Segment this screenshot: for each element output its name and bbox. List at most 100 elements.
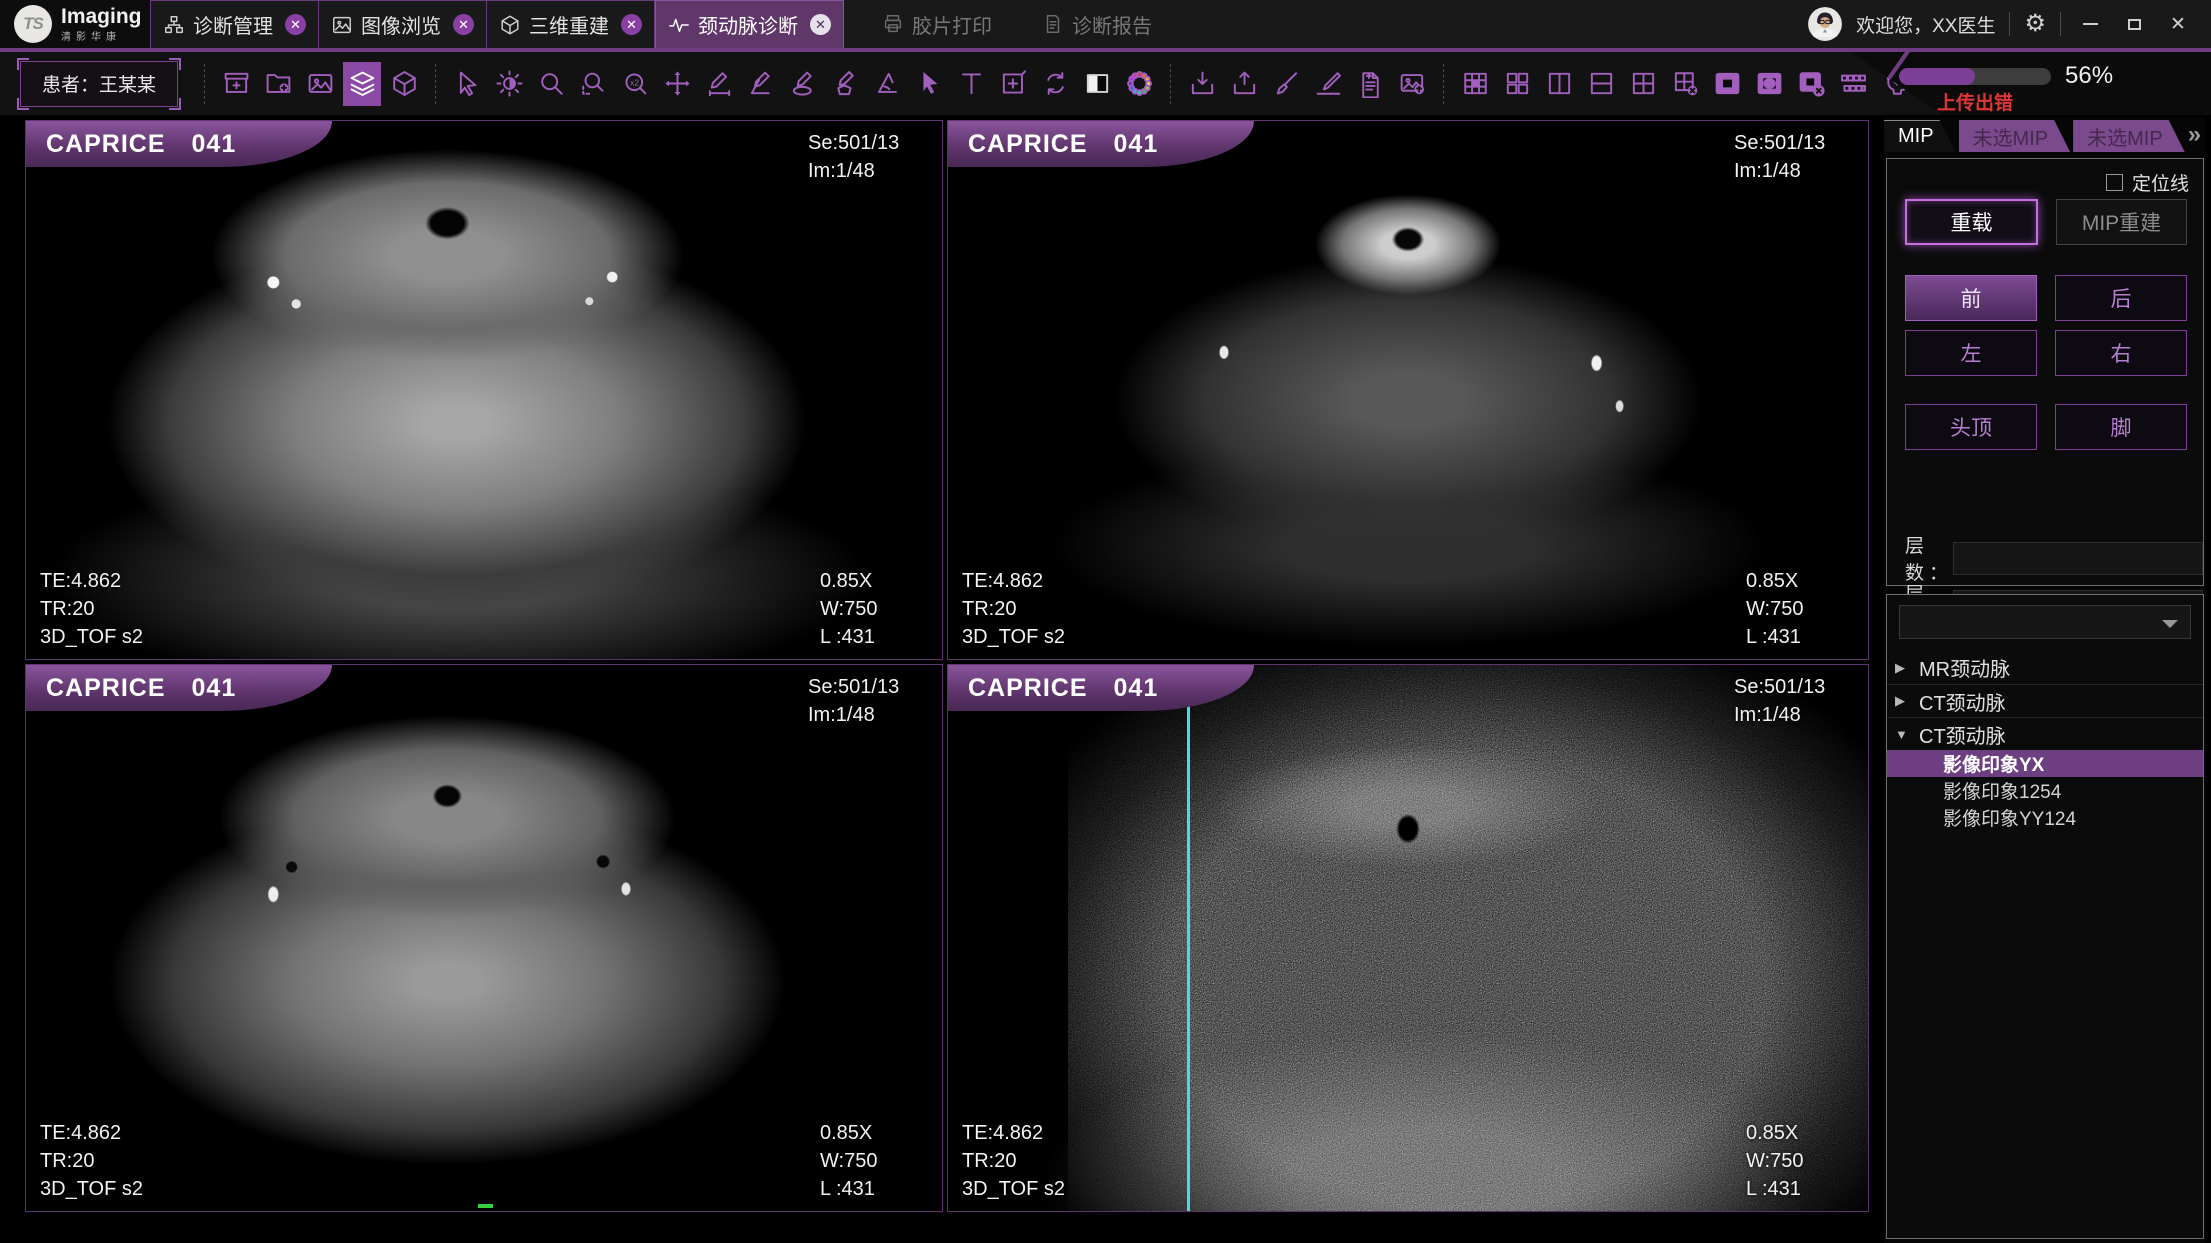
brightness-contrast-button[interactable] [490,62,528,106]
cube-3d-button[interactable] [385,62,423,106]
minimize-icon [2083,23,2098,25]
layout-grid-close-button[interactable] [1666,62,1704,106]
more-tabs-icon[interactable]: » [2188,120,2207,152]
pen-line-button[interactable] [1309,62,1347,106]
window-width: W:750 [820,595,916,623]
checkbox-icon[interactable] [2106,174,2123,191]
tree-item-ct-carotid-1[interactable]: ▶ CT颈动脉 [1887,684,2203,717]
upload-error-text[interactable]: 上传出错 [1899,88,2051,115]
archive-add-button[interactable] [217,62,255,106]
window-close-button[interactable]: ✕ [2163,9,2193,39]
layer-count-input[interactable] [1953,542,2203,575]
chevron-down-icon[interactable]: ▼ [1895,727,1919,742]
series-count: Se:501/13 [808,673,930,701]
add-region-button[interactable] [994,62,1032,106]
layout-single-filled-button[interactable] [1708,62,1746,106]
tab-mip[interactable]: MIP [1884,120,1956,152]
series-dropdown[interactable] [1899,605,2191,639]
pointer-button[interactable] [448,62,486,106]
tree-item-ct-carotid-2[interactable]: ▼ CT颈动脉 [1887,717,2203,750]
layout-grid-3x3-button[interactable] [1456,62,1494,106]
tree-item-impression-yx[interactable]: 影像印象YX [1887,750,2203,777]
tab-unselected-mip-2[interactable]: 未选MIP [2073,120,2185,152]
tab-carotid-diagnosis[interactable]: 颈动脉诊断 ✕ [655,0,844,48]
te-value: TE:4.862 [962,567,1065,595]
tab-label: MIP [1898,125,1934,148]
chevron-right-icon[interactable]: ▶ [1895,660,1919,676]
layers-button[interactable] [343,62,381,106]
layout-split-horizontal-button[interactable] [1582,62,1620,106]
brush-button[interactable] [1267,62,1305,106]
gallery-button[interactable] [301,62,339,106]
viewport-4[interactable]: CAPRICE 041 Se:501/13 Im:1/48 TE:4.862 T… [947,664,1869,1212]
tree-item-impression-1254[interactable]: 影像印象1254 [1887,777,2203,804]
report-add-button[interactable] [1351,62,1389,106]
layout-split-vertical-icon [1545,69,1574,98]
layout-single-close-button[interactable] [1792,62,1830,106]
filmstrip-button[interactable] [1834,62,1872,106]
app-logo: TS Imaging 清影华康 [0,0,150,48]
sequence-name: 3D_TOF s2 [40,623,143,651]
tree-item-impression-yy124[interactable]: 影像印象YY124 [1887,804,2203,831]
image-upload-button[interactable] [1393,62,1431,106]
viewport-3[interactable]: CAPRICE 041 Se:501/13 Im:1/48 TE:4.862 T… [25,664,943,1212]
archive-add-icon [222,69,251,98]
reload-button[interactable]: 重载 [1905,199,2038,245]
chevron-right-icon[interactable]: ▶ [1895,693,1919,709]
tab-3d-reconstruction[interactable]: 三维重建 ✕ [486,0,655,48]
back-view-button[interactable]: 后 [2055,275,2187,321]
user-avatar[interactable] [1808,7,1842,41]
rotate-button[interactable] [1036,62,1074,106]
maximize-button[interactable] [2119,9,2149,39]
pen-line-icon [1314,69,1343,98]
right-view-button[interactable]: 右 [2055,330,2187,376]
image-upload-icon [1398,69,1427,98]
measure-line-button[interactable] [700,62,738,106]
head-view-button[interactable]: 头顶 [1905,404,2037,450]
close-icon[interactable]: ✕ [285,14,306,35]
tab-diagnosis-manage[interactable]: 诊断管理 ✕ [150,0,318,48]
layout-split-vertical-button[interactable] [1540,62,1578,106]
protractor-button[interactable] [868,62,906,106]
draw-polygon-button[interactable] [826,62,864,106]
mip-control-panel: 定位线 重载 MIP重建 前 后 左 右 头顶 脚 [1886,158,2204,586]
close-icon[interactable]: ✕ [621,14,642,35]
download-button[interactable] [1183,62,1221,106]
tab-image-browse[interactable]: 图像浏览 ✕ [318,0,486,48]
toolbar-separator [1443,64,1444,104]
tree-item-mr-carotid[interactable]: ▶ MR颈动脉 [1887,651,2203,684]
pan-button[interactable] [658,62,696,106]
folder-add-button[interactable] [259,62,297,106]
zoom-button[interactable] [532,62,570,106]
settings-gear-icon[interactable]: ⚙ [2024,12,2046,36]
corner-bracket [17,58,29,70]
minimize-button[interactable] [2075,9,2105,39]
color-palette-button[interactable] [1120,62,1158,106]
close-icon[interactable]: ✕ [453,14,474,35]
localizer-checkbox[interactable]: 定位线 [2106,169,2189,196]
viewport-1[interactable]: CAPRICE 041 Se:501/13 Im:1/48 TE:4.862 T… [25,120,943,660]
layout-grid-close-icon [1671,69,1700,98]
foot-view-button[interactable]: 脚 [2055,404,2187,450]
invert-button[interactable] [1078,62,1116,106]
tab-unselected-mip-1[interactable]: 未选MIP [1959,120,2071,152]
viewport-2[interactable]: CAPRICE 041 Se:501/13 Im:1/48 TE:4.862 T… [947,120,1869,660]
layout-ellipse-filled-button[interactable] [1750,62,1788,106]
layout-quad-button[interactable] [1498,62,1536,106]
layout-grid-2x2-button[interactable] [1624,62,1662,106]
mip-rebuild-button[interactable]: MIP重建 [2056,199,2187,245]
zoom-region-button[interactable] [574,62,612,106]
localizer-line[interactable] [1187,665,1190,1211]
select-arrow-button[interactable] [910,62,948,106]
close-icon[interactable]: ✕ [810,14,831,35]
draw-ellipse-button[interactable] [784,62,822,106]
upload-button[interactable] [1225,62,1263,106]
brand-name: Imaging [61,6,142,28]
left-view-button[interactable]: 左 [1905,330,2037,376]
measure-angle-button[interactable] [742,62,780,106]
front-view-button[interactable]: 前 [1905,275,2037,321]
patient-field[interactable]: 患者：王某某 [20,61,178,107]
zoom-2x-button[interactable]: x2 [616,62,654,106]
mri-image-axial [26,121,942,659]
text-annotate-button[interactable] [952,62,990,106]
